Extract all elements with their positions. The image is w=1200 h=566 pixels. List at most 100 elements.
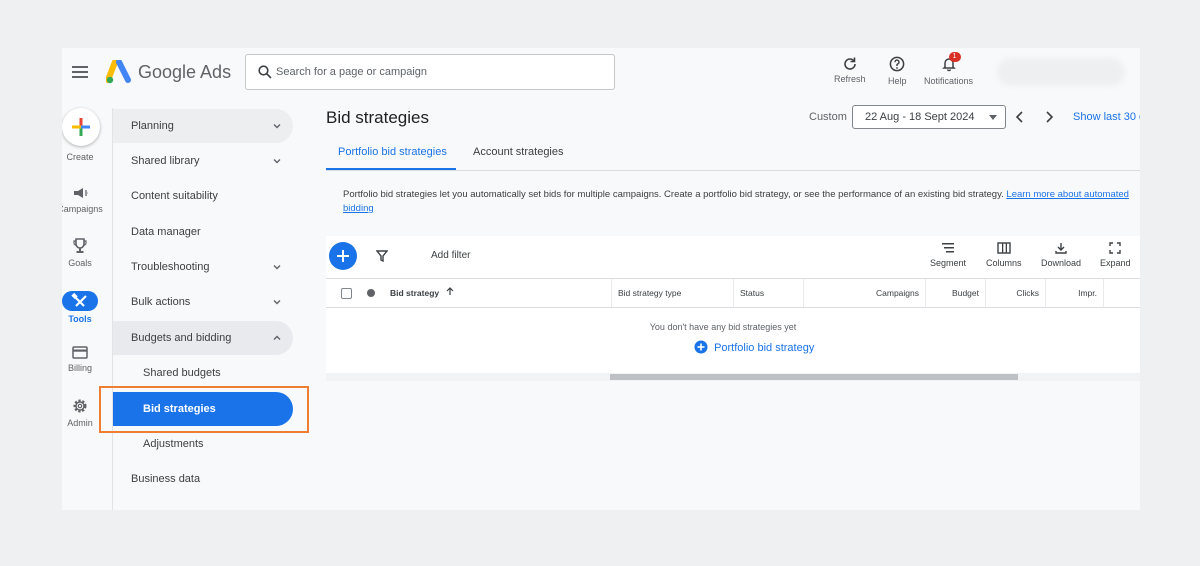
column-header-clicks[interactable]: Clicks xyxy=(986,279,1046,307)
column-header-impressions[interactable]: Impr. xyxy=(1046,279,1104,307)
search-box[interactable] xyxy=(245,54,615,90)
nav-shared-library[interactable]: Shared library xyxy=(113,144,293,178)
refresh-icon xyxy=(843,57,856,70)
rail-campaigns[interactable]: Campaigns xyxy=(62,186,110,214)
add-portfolio-bid-strategy-link[interactable]: Portfolio bid strategy xyxy=(694,340,814,354)
tools-label: Tools xyxy=(68,314,92,324)
chevron-down-icon xyxy=(273,265,281,270)
download-button[interactable]: Download xyxy=(1041,242,1081,268)
add-filter-button[interactable]: Add filter xyxy=(431,250,470,261)
nav-adjustments[interactable]: Adjustments xyxy=(113,427,293,461)
columns-button[interactable]: Columns xyxy=(986,242,1022,268)
caret-down-icon xyxy=(989,115,997,120)
help-icon xyxy=(889,56,905,72)
column-header-bid-strategy[interactable]: Bid strategy xyxy=(384,279,612,307)
credit-card-icon xyxy=(72,346,88,359)
nav-data-manager[interactable]: Data manager xyxy=(113,215,293,249)
filter-icon[interactable] xyxy=(376,250,388,262)
trophy-icon xyxy=(73,238,87,253)
nav-adjustments-label: Adjustments xyxy=(143,438,204,450)
expand-icon xyxy=(1109,242,1121,254)
help-button[interactable]: Help xyxy=(888,56,907,86)
tab-portfolio-bid-strategies[interactable]: Portfolio bid strategies xyxy=(338,146,447,158)
segment-button[interactable]: Segment xyxy=(930,242,966,268)
rail-billing[interactable]: Billing xyxy=(62,346,110,373)
status-dot-icon xyxy=(367,289,375,297)
table-header: Bid strategy Bid strategy type Status Ca… xyxy=(326,278,1140,308)
notifications-label: Notifications xyxy=(924,76,974,86)
nav-shared-budgets-label: Shared budgets xyxy=(143,367,221,379)
chevron-down-icon xyxy=(273,159,281,164)
rail-goals[interactable]: Goals xyxy=(62,238,110,268)
gear-icon xyxy=(73,399,87,413)
notifications-button[interactable]: 1 Notifications xyxy=(924,52,974,86)
billing-label: Billing xyxy=(67,363,92,373)
goals-label: Goals xyxy=(68,258,92,268)
learn-more-link-continued[interactable]: bidding xyxy=(343,203,374,214)
plus-icon xyxy=(72,118,90,136)
search-icon xyxy=(258,65,272,79)
create-label: Create xyxy=(66,152,94,162)
date-range-select[interactable]: 22 Aug - 18 Sept 2024 xyxy=(852,105,1006,129)
bid-strategies-table: Add filter Segment Columns Download Expa… xyxy=(326,236,1140,381)
chevron-up-icon xyxy=(273,335,281,340)
nav-content-suitability-label: Content suitability xyxy=(131,190,218,202)
nav-planning[interactable]: Planning xyxy=(113,109,293,143)
select-all-checkbox[interactable] xyxy=(341,288,352,299)
rail-tools-button[interactable] xyxy=(62,291,98,311)
create-button[interactable] xyxy=(62,108,100,146)
segment-label: Segment xyxy=(930,258,967,268)
app-window: Google Ads Refresh Help 1 Notific xyxy=(62,48,1140,510)
scrollbar-thumb[interactable] xyxy=(610,374,1018,380)
nav-troubleshooting-label: Troubleshooting xyxy=(131,261,210,273)
chevron-down-icon xyxy=(273,300,281,305)
tools-icon xyxy=(71,292,87,307)
column-header-budget[interactable]: Budget xyxy=(926,279,986,307)
page-title: Bid strategies xyxy=(326,108,429,127)
plus-icon xyxy=(337,250,349,262)
nav-bulk-actions[interactable]: Bulk actions xyxy=(113,285,293,319)
highlight-box xyxy=(99,386,309,433)
megaphone-icon xyxy=(74,188,88,198)
add-button[interactable] xyxy=(329,242,357,270)
chevron-right-icon[interactable] xyxy=(1044,111,1054,123)
nav-bulk-actions-label: Bulk actions xyxy=(131,296,191,308)
tab-account-strategies[interactable]: Account strategies xyxy=(473,146,564,158)
google-ads-logo-icon xyxy=(106,60,131,84)
account-switcher[interactable] xyxy=(997,58,1125,86)
learn-more-link[interactable]: Learn more about automated xyxy=(1006,189,1129,200)
download-label: Download xyxy=(1041,258,1082,268)
description-text: Portfolio bid strategies let you automat… xyxy=(343,189,1004,200)
segment-icon xyxy=(942,243,955,253)
empty-state-text: You don't have any bid strategies yet xyxy=(649,322,797,332)
search-input[interactable] xyxy=(276,55,606,89)
date-range-value: 22 Aug - 18 Sept 2024 xyxy=(865,111,975,123)
chevron-down-icon xyxy=(273,124,281,129)
add-portfolio-label: Portfolio bid strategy xyxy=(714,342,815,354)
date-range-type: Custom xyxy=(809,111,847,123)
refresh-label: Refresh xyxy=(834,74,866,84)
show-last-link[interactable]: Show last 30 d xyxy=(1073,111,1140,123)
column-header-campaigns[interactable]: Campaigns xyxy=(804,279,926,307)
menu-icon[interactable] xyxy=(72,66,88,78)
column-header-status[interactable]: Status xyxy=(734,279,804,307)
app-logo-text: Google Ads xyxy=(138,62,232,82)
expand-label: Expand xyxy=(1100,258,1131,268)
column-header-bid-strategy-type[interactable]: Bid strategy type xyxy=(612,279,734,307)
nav-shared-library-label: Shared library xyxy=(131,155,200,167)
expand-button[interactable]: Expand xyxy=(1100,242,1131,268)
nav-planning-label: Planning xyxy=(131,120,174,132)
nav-troubleshooting[interactable]: Troubleshooting xyxy=(113,250,293,284)
nav-business-data-label: Business data xyxy=(131,473,201,485)
columns-icon xyxy=(997,242,1011,254)
arrow-up-icon xyxy=(446,287,453,295)
column-header-label: Bid strategy xyxy=(390,288,440,298)
chevron-left-icon[interactable] xyxy=(1015,111,1025,123)
nav-business-data[interactable]: Business data xyxy=(113,462,293,496)
refresh-button[interactable]: Refresh xyxy=(834,56,866,84)
notification-badge: 1 xyxy=(948,52,961,62)
nav-content-suitability[interactable]: Content suitability xyxy=(113,179,293,213)
nav-budgets-and-bidding[interactable]: Budgets and bidding xyxy=(113,321,293,355)
nav-shared-budgets[interactable]: Shared budgets xyxy=(113,356,293,390)
add-circle-icon xyxy=(694,340,708,354)
